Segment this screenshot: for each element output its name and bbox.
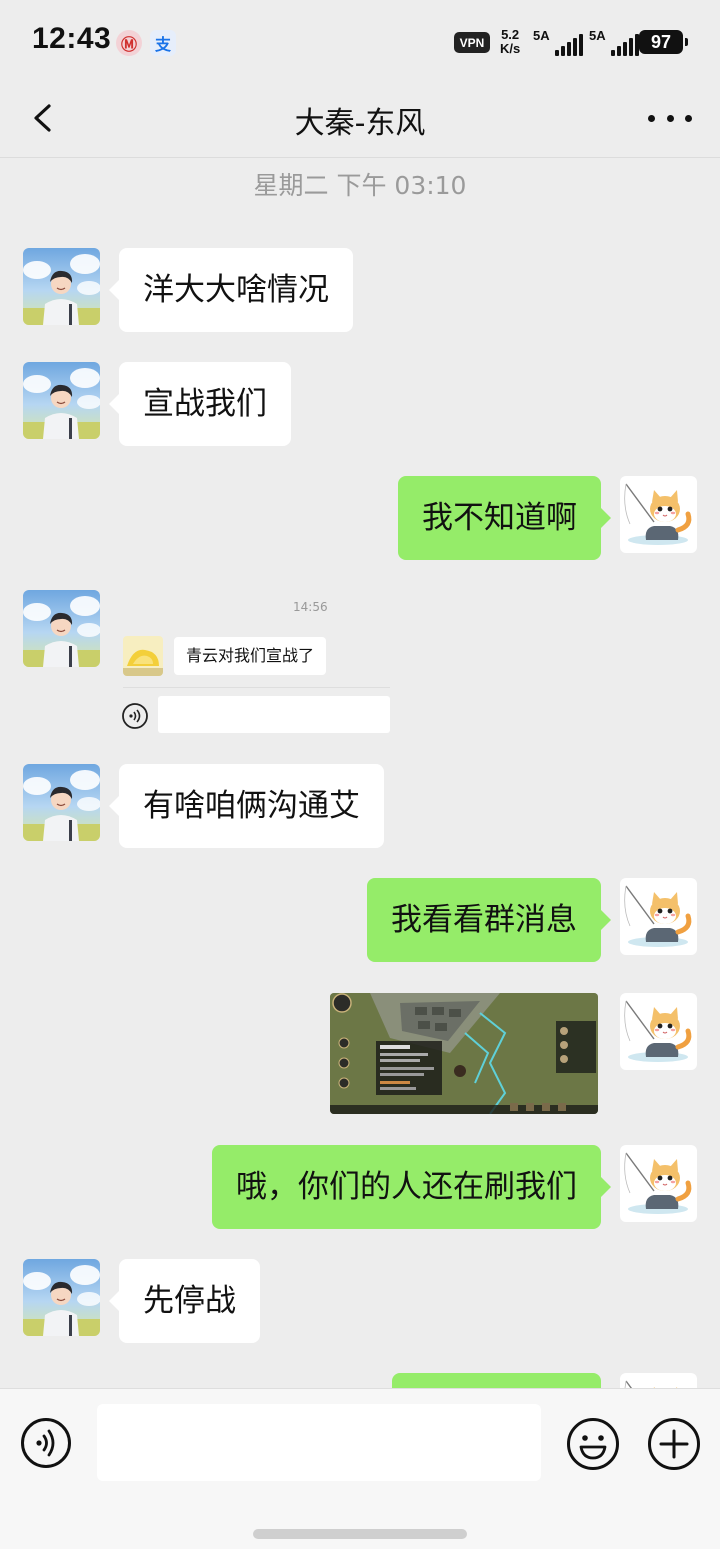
card-divider (123, 687, 390, 688)
chat-timestamp: 星期二 下午 03:10 (253, 171, 467, 200)
incoming-message-bubble[interactable]: 先停战 (109, 1259, 260, 1343)
voice-input-button[interactable] (20, 1417, 72, 1469)
network-speed-unit: K/s (500, 41, 521, 56)
signal-sim1-label: 5A (533, 28, 550, 43)
incoming-message-bubble[interactable]: 洋大大啥情况 (109, 248, 353, 332)
outgoing-message-bubble[interactable]: 哦，你们的人还在刷我们 (212, 1145, 611, 1229)
outgoing-message-bubble[interactable]: 我不知道啊 (398, 476, 611, 560)
chat-title: 大秦-东风 (294, 106, 426, 141)
battery-icon: 97 (639, 30, 688, 54)
my-avatar[interactable] (620, 993, 697, 1070)
emoji-icon (567, 1418, 619, 1470)
card-input-field (158, 696, 390, 733)
signal-sim2-label: 5A (589, 28, 606, 43)
home-indicator[interactable] (253, 1529, 467, 1539)
status-bar: 12:43 Ⓜ 支 VPN 5.2 K/s 5A 5A 97 (0, 0, 720, 84)
card-thumbnail (123, 636, 163, 676)
network-speed-value: 5.2 (501, 27, 520, 42)
voice-icon (21, 1418, 71, 1468)
app-notification-icon: Ⓜ (116, 30, 142, 56)
incoming-message-bubble[interactable]: 宣战我们 (109, 362, 291, 446)
voice-icon (121, 702, 149, 730)
signal-sim2-icon: 5A (589, 28, 639, 56)
vpn-icon: VPN (454, 32, 490, 53)
message-input[interactable] (97, 1404, 541, 1481)
game-screenshot-image[interactable] (330, 993, 598, 1114)
contact-avatar[interactable] (23, 362, 100, 439)
contact-avatar[interactable] (23, 590, 100, 667)
contact-avatar[interactable] (23, 248, 100, 325)
card-message-bubble[interactable]: 青云对我们宣战了 (174, 637, 327, 675)
chat-header: 大秦-东风 (0, 84, 720, 158)
contact-avatar[interactable] (23, 1259, 100, 1336)
signal-sim1-icon: 5A (533, 28, 583, 56)
my-avatar[interactable] (620, 476, 697, 553)
emoji-button[interactable] (566, 1417, 620, 1471)
incoming-message-bubble[interactable]: 有啥咱俩沟通艾 (109, 764, 384, 848)
my-avatar[interactable] (620, 1145, 697, 1222)
chat-input-bar (0, 1388, 720, 1549)
more-horizontal-icon (648, 114, 655, 122)
more-button[interactable] (648, 100, 692, 136)
network-speed: 5.2 K/s (500, 28, 520, 56)
contact-avatar[interactable] (23, 764, 100, 841)
status-time: 12:43 (32, 22, 112, 55)
outgoing-message-bubble[interactable]: 我看看群消息 (367, 878, 611, 962)
more-functions-button[interactable] (647, 1417, 701, 1471)
my-avatar[interactable] (620, 878, 697, 955)
plus-icon (648, 1418, 700, 1470)
card-timestamp: 14:56 (293, 600, 328, 614)
alipay-notification-icon: 支 (150, 30, 176, 56)
